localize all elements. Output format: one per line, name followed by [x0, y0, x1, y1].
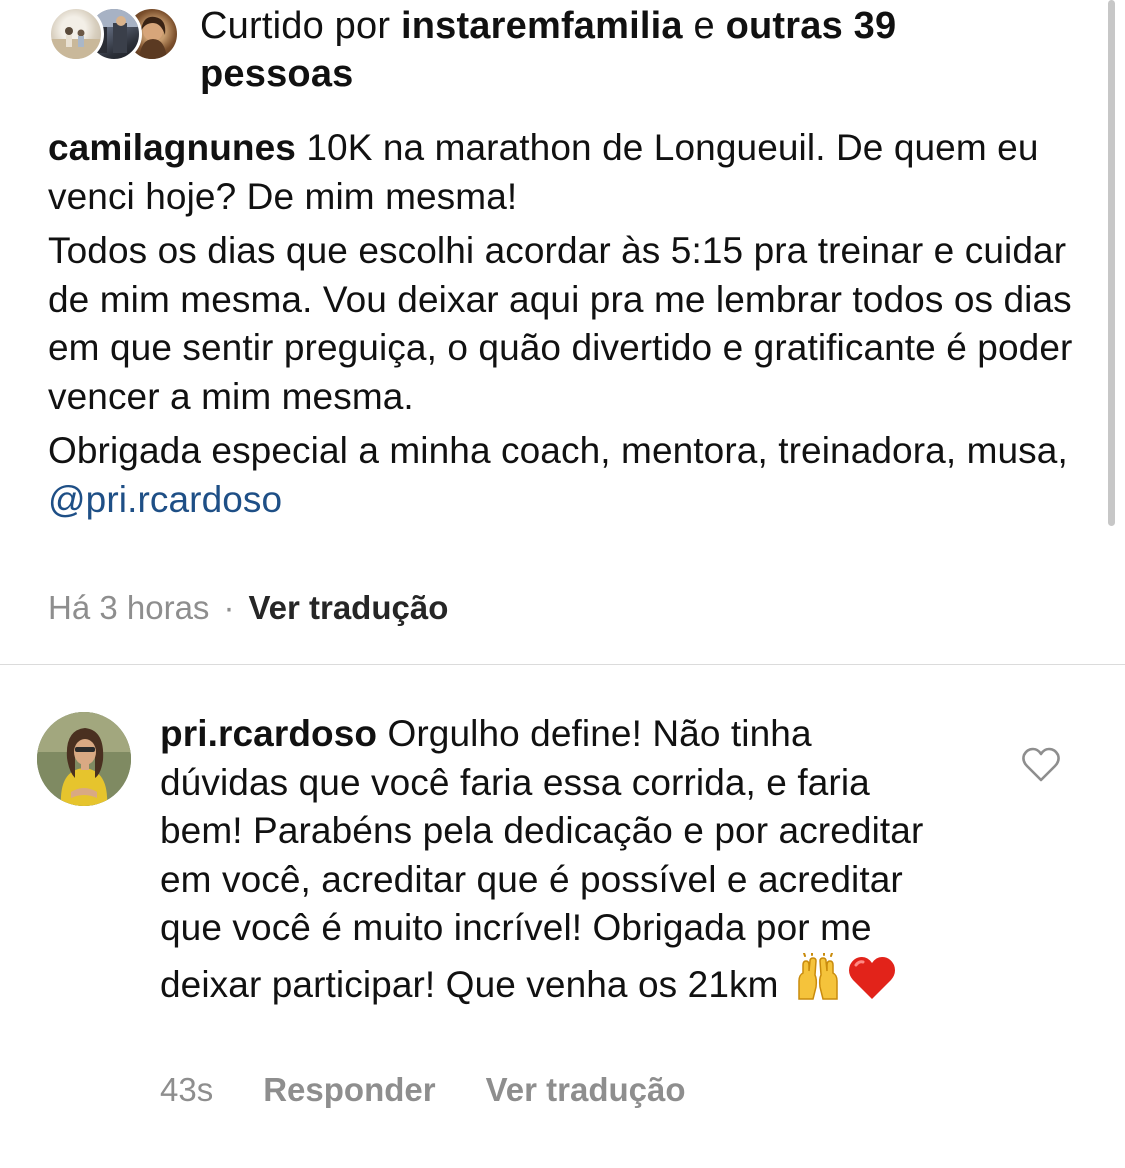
caption-paragraph: Todos os dias que escolhi acordar às 5:1… — [48, 230, 1073, 417]
mention-link[interactable]: @pri.rcardoso — [48, 479, 282, 520]
liker-username-link[interactable]: instaremfamilia — [401, 5, 683, 47]
caption-username-link[interactable]: camilagnunes — [48, 127, 296, 168]
heart-outline-icon[interactable] — [1020, 744, 1062, 786]
scrollbar[interactable] — [1108, 0, 1115, 526]
raising-hands-emoji — [793, 952, 843, 1003]
commenter-avatar[interactable] — [37, 712, 131, 806]
caption-timestamp: Há 3 horas — [48, 589, 210, 626]
commenter-username-link[interactable]: pri.rcardoso — [160, 713, 377, 754]
post-caption: camilagnunes 10K na marathon de Longueui… — [48, 124, 1078, 530]
caption-text: Obrigada especial a minha coach, mentora… — [48, 430, 1068, 471]
comment-body: pri.rcardoso Orgulho define! Não tinha d… — [160, 710, 950, 1009]
caption-translate-link[interactable]: Ver tradução — [248, 589, 448, 626]
caption-paragraph: camilagnunes 10K na marathon de Longueui… — [48, 124, 1078, 221]
likes-summary[interactable]: Curtido por instaremfamilia e outras 39 … — [200, 2, 1030, 98]
meta-separator: · — [223, 589, 235, 626]
comment-actions: 43s Responder Ver tradução — [160, 1068, 736, 1112]
likes-prefix: Curtido por — [200, 5, 401, 47]
liker-avatar — [48, 6, 104, 62]
caption-paragraph: Obrigada especial a minha coach, mentora… — [48, 427, 1078, 524]
comment-translate-link[interactable]: Ver tradução — [486, 1071, 686, 1108]
divider — [0, 664, 1125, 665]
reply-button[interactable]: Responder — [263, 1071, 435, 1108]
liker-avatars[interactable] — [48, 6, 188, 62]
red-heart-emoji — [847, 953, 897, 1003]
comment-age: 43s — [160, 1071, 214, 1108]
caption-meta: Há 3 horas · Ver tradução — [48, 586, 448, 630]
likes-conjunction: e — [682, 5, 726, 47]
